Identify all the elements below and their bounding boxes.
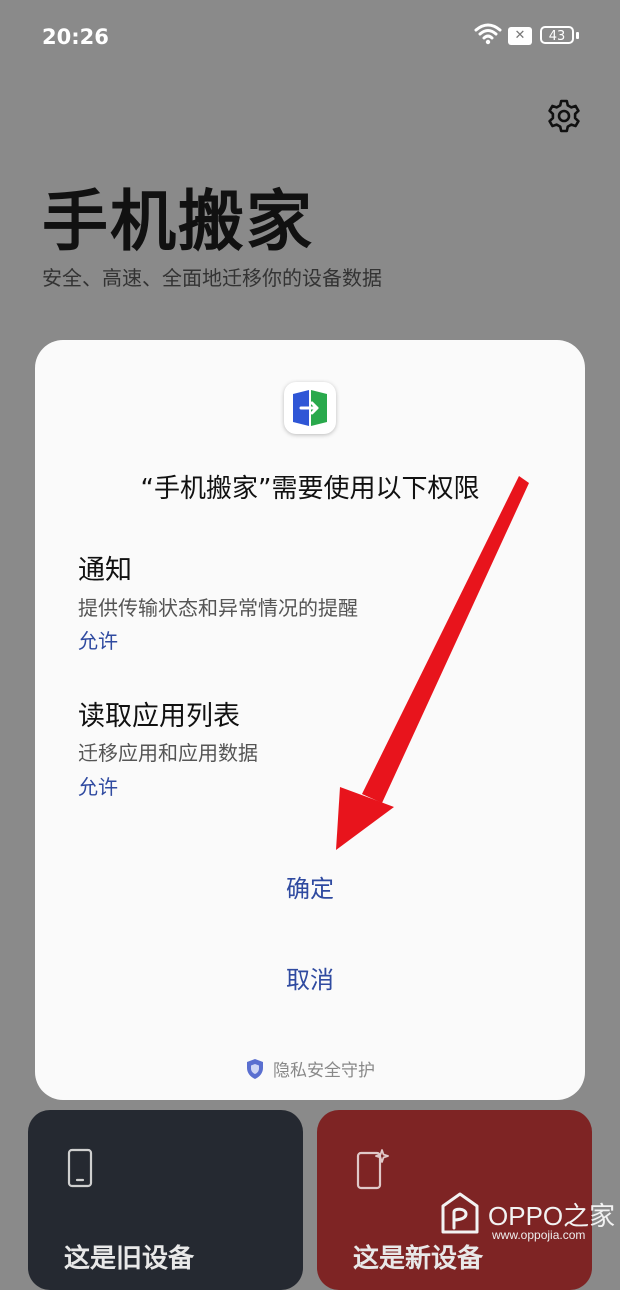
app-icon xyxy=(284,382,336,434)
phone-icon xyxy=(67,1148,93,1188)
permission-notification-description: 提供传输状态和异常情况的提醒 xyxy=(78,596,358,620)
watermark-url: www.oppojia.com xyxy=(492,1228,586,1242)
oppojia-logo-icon xyxy=(441,1192,479,1234)
dialog-title: “手机搬家”需要使用以下权限 xyxy=(140,474,480,504)
status-time: 20:26 xyxy=(42,25,109,49)
confirm-button[interactable]: 确定 xyxy=(35,869,585,904)
shield-icon xyxy=(247,1058,263,1079)
watermark-brand: OPPO之家 xyxy=(488,1200,616,1231)
privacy-label: 隐私安全守护 xyxy=(273,1061,375,1081)
page-title: 手机搬家 xyxy=(42,183,314,260)
status-bar: 20:26 ✕ 43 xyxy=(0,0,620,72)
permission-app-list-name: 读取应用列表 xyxy=(78,701,240,732)
new-device-label: 这是新设备 xyxy=(353,1244,484,1274)
battery-icon: 43 xyxy=(540,26,574,44)
permission-notification-status[interactable]: 允许 xyxy=(78,625,118,654)
sim-icon: ✕ xyxy=(508,27,532,45)
privacy-footer: 隐私安全守护 xyxy=(35,1056,585,1085)
permission-dialog: “手机搬家”需要使用以下权限 通知 提供传输状态和异常情况的提醒 允许 读取应用… xyxy=(35,340,585,1100)
new-phone-icon xyxy=(356,1149,389,1190)
cancel-button[interactable]: 取消 xyxy=(35,960,585,995)
permission-app-list-description: 迁移应用和应用数据 xyxy=(78,741,258,765)
permission-notification-name: 通知 xyxy=(78,555,132,586)
battery-tip xyxy=(576,32,579,39)
old-device-card[interactable]: 这是旧设备 xyxy=(28,1110,303,1290)
page-subtitle: 安全、高速、全面地迁移你的设备数据 xyxy=(42,266,382,290)
wifi-icon xyxy=(474,23,502,45)
old-device-label: 这是旧设备 xyxy=(64,1244,195,1274)
permission-app-list-status[interactable]: 允许 xyxy=(78,771,118,800)
gear-icon[interactable] xyxy=(546,98,582,134)
